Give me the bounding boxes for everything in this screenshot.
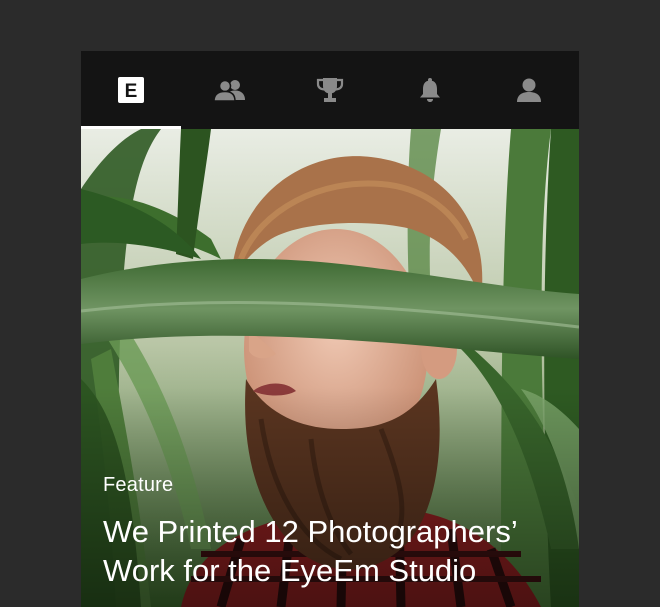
tab-profile[interactable]	[479, 51, 579, 129]
svg-text:E: E	[124, 81, 137, 102]
app-screen: E Feature We Printed 12 Photographers’ W…	[81, 51, 579, 607]
tab-home[interactable]: E	[81, 51, 181, 129]
tab-missions[interactable]	[280, 51, 380, 129]
eyeem-logo-icon: E	[117, 77, 144, 103]
profile-icon	[517, 78, 542, 102]
tab-following[interactable]	[181, 51, 281, 129]
trophy-icon	[316, 78, 344, 102]
bell-icon	[419, 78, 440, 102]
feature-card[interactable]: Feature We Printed 12 Photographers’ Wor…	[81, 129, 579, 607]
feature-headline[interactable]: We Printed 12 Photographers’ Work for th…	[103, 512, 573, 590]
people-icon	[213, 79, 246, 102]
feature-category-label: Feature	[103, 474, 174, 496]
top-tab-bar: E	[81, 51, 579, 129]
tab-notifications[interactable]	[380, 51, 480, 129]
